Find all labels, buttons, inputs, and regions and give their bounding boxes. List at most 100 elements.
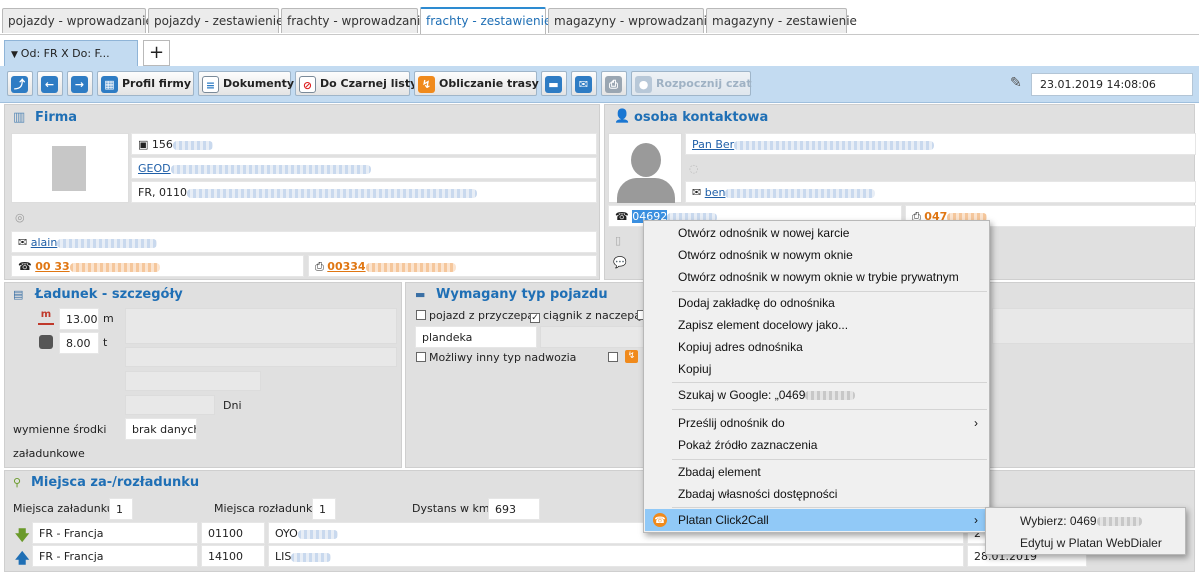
miejsca-title: Miejsca za-/rozładunku xyxy=(31,475,200,490)
inny-typ-checkbox[interactable]: Możliwy inny typ nadwozia xyxy=(416,351,576,364)
czarna-lista-button[interactable]: ⊘ Do Czarnej listy xyxy=(295,71,417,96)
checkbox-icon xyxy=(416,310,426,320)
menu-separator xyxy=(672,409,987,410)
triangle-down-icon: ▼ xyxy=(11,50,21,60)
tab-magazyny-zestawienie[interactable]: magazyny - zestawienie xyxy=(706,8,857,33)
mail-icon: ✉ xyxy=(575,75,592,93)
ciagnik-checkbox[interactable]: ✓ ciągnik z naczepą xyxy=(530,309,641,323)
menu-inspect[interactable]: Zbadaj element xyxy=(645,461,988,483)
add-tab-button[interactable]: + xyxy=(143,40,170,66)
menu-accessibility[interactable]: Zbadaj własności dostępności xyxy=(645,483,988,505)
rozpocznij-czat-button[interactable]: ● Rozpocznij czat xyxy=(631,71,752,96)
arrow-up-left-icon: ⤴ xyxy=(11,75,28,93)
building-icon: ▥ xyxy=(13,110,26,125)
menu-separator xyxy=(672,507,987,508)
submenu-edytuj[interactable]: Edytuj w Platan WebDialer xyxy=(987,532,1184,554)
menu-search-google[interactable]: Szukaj w Google: „0469 xyxy=(645,384,988,406)
phone-icon: ☎ xyxy=(18,260,36,273)
next-button[interactable]: → xyxy=(67,71,93,96)
menu-copy-link[interactable]: Kopiuj adres odnośnika xyxy=(645,336,988,358)
cargo-desc-field[interactable] xyxy=(125,308,397,344)
length-input[interactable]: 13.00 xyxy=(59,308,99,330)
mail-icon: ✉ xyxy=(692,186,705,199)
truck-icon: ▬ xyxy=(415,288,426,301)
avatar-head-icon xyxy=(631,143,661,177)
firma-id: ▣ 156 xyxy=(131,133,597,155)
back-up-button[interactable]: ⤴ xyxy=(7,71,33,96)
length-icon: m xyxy=(38,309,54,325)
osoba-name[interactable]: Pan Ber xyxy=(685,133,1196,155)
arrow-left-icon: ← xyxy=(41,75,58,93)
dni-label: Dni xyxy=(223,399,242,412)
osoba-email[interactable]: ✉ ben xyxy=(685,181,1196,203)
dystans-label: Dystans w km xyxy=(412,502,490,515)
print-button[interactable]: ⎙ xyxy=(601,71,627,96)
czarna-label: Do Czarnej listy xyxy=(320,77,418,90)
przyczepa-checkbox[interactable]: pojazd z przyczepą xyxy=(416,309,534,322)
roz-label: Miejsca rozładunku xyxy=(214,502,319,515)
firma-email[interactable]: ✉ alain xyxy=(11,231,597,253)
sub-tab-route[interactable]: ▼ Od: FR X Do: F... xyxy=(4,40,138,67)
firma-fax[interactable]: ⎙ 00334 xyxy=(308,255,597,277)
submenu-wybierz[interactable]: Wybierz: 0469 xyxy=(987,510,1184,532)
menu-platan-click2call[interactable]: ☎ Platan Click2Call › xyxy=(645,509,988,531)
days-field[interactable] xyxy=(125,395,215,415)
printer-icon: ⎙ xyxy=(605,75,622,93)
row2-country: FR - Francja xyxy=(32,545,198,567)
profil-firmy-button[interactable]: ▦ Profil firmy xyxy=(97,71,194,96)
avatar-body-icon xyxy=(617,178,675,203)
menu-send-link[interactable]: Prześlij odnośnik do › xyxy=(645,412,988,434)
tab-magazyny-wprowadzanie[interactable]: magazyny - wprowadzanie xyxy=(548,8,714,33)
route-icon: ↯ xyxy=(418,75,435,93)
zaladunkowe-label: załadunkowe xyxy=(13,447,85,460)
firma-phone[interactable]: ☎ 00 33 xyxy=(11,255,304,277)
menu-copy[interactable]: Kopiuj xyxy=(645,358,988,380)
arrow-down-icon: 🡇 xyxy=(15,528,30,544)
obliczanie-trasy-button[interactable]: ↯ Obliczanie trasy xyxy=(414,71,539,96)
menu-separator xyxy=(672,382,987,383)
profil-label: Profil firmy xyxy=(122,77,192,90)
row1-country: FR - Francja xyxy=(32,522,198,544)
menu-separator xyxy=(672,459,987,460)
main-tab-bar: pojazdy - wprowadzanie pojazdy - zestawi… xyxy=(0,0,1199,34)
tab-pojazdy-zestawienie[interactable]: pojazdy - zestawienie xyxy=(148,8,283,33)
menu-add-bookmark[interactable]: Dodaj zakładkę do odnośnika xyxy=(645,292,988,314)
toolbar: ⤴ ← → ▦ Profil firmy ≡ Dokumenty ⊘ Do Czarn… xyxy=(0,66,1199,103)
tab-pojazdy-wprowadzanie[interactable]: pojazdy - wprowadzanie xyxy=(2,8,153,33)
pen-icon: ✎ xyxy=(1010,75,1022,91)
blacklist-icon: ⊘ xyxy=(299,75,316,93)
sub-tab-label: Od: FR X Do: F... xyxy=(20,47,110,60)
click2call-submenu: Wybierz: 0469 Edytuj w Platan WebDialer xyxy=(985,507,1186,555)
menu-open-private-window[interactable]: Otwórz odnośnik w nowym oknie w trybie p… xyxy=(645,266,988,288)
prev-button[interactable]: ← xyxy=(37,71,63,96)
dokumenty-label: Dokumenty xyxy=(223,77,295,90)
firma-panel: ▥ Firma ▣ 156 GEOD FR, 0110 ◎ ✉ alain ☎ … xyxy=(4,104,600,280)
checkbox-icon xyxy=(416,352,426,362)
menu-open-new-window[interactable]: Otwórz odnośnik w nowym oknie xyxy=(645,244,988,266)
sub-tab-bar: ▼ Od: FR X Do: F... + xyxy=(0,34,1199,67)
tab-frachty-zestawienie[interactable]: frachty - zestawienie xyxy=(420,7,551,34)
cargo-field-3[interactable] xyxy=(125,371,261,391)
phone-icon: ☎ xyxy=(615,210,633,223)
map-pin-icon: ⚲ xyxy=(13,476,22,489)
firma-name[interactable]: GEOD xyxy=(131,157,597,179)
cargo-field-2[interactable] xyxy=(125,347,397,367)
row2-city: LIS xyxy=(268,545,964,567)
avatar xyxy=(608,133,682,203)
checkbox-4[interactable] xyxy=(608,351,621,364)
menu-save-link[interactable]: Zapisz element docelowy jako... xyxy=(645,314,988,336)
route-icon[interactable]: ↯ xyxy=(625,350,638,363)
arrow-up-icon: 🡅 xyxy=(15,551,30,567)
menu-view-source[interactable]: Pokaż źródło zaznaczenia xyxy=(645,434,988,456)
mail-button[interactable]: ✉ xyxy=(571,71,597,96)
platan-phone-icon: ☎ xyxy=(653,513,667,527)
firma-address: FR, 0110 xyxy=(131,181,597,203)
menu-open-new-tab[interactable]: Otwórz odnośnik w nowej karcie xyxy=(645,222,988,244)
weight-input[interactable]: 8.00 xyxy=(59,332,99,354)
pojazd-field-right[interactable] xyxy=(992,308,1194,344)
nadwozie-select[interactable]: plandeka xyxy=(415,326,537,348)
nadwozie-field-2[interactable] xyxy=(540,326,644,348)
dokumenty-button[interactable]: ≡ Dokumenty xyxy=(198,71,295,96)
tab-frachty-wprowadzanie[interactable]: frachty - wprowadzanie xyxy=(281,8,428,33)
vehicle-button[interactable]: ▬ xyxy=(541,71,567,96)
